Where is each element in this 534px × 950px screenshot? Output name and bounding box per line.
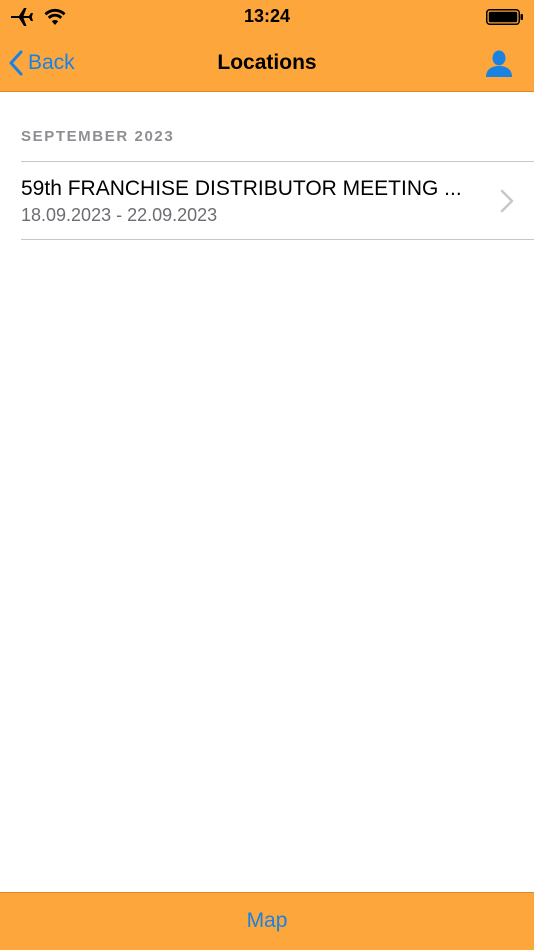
list-item-date-range: 18.09.2023 - 22.09.2023 [21, 205, 218, 225]
map-button[interactable]: Map [0, 909, 534, 933]
navigation-bar: Back Locations [0, 36, 534, 91]
list-item-divider [21, 239, 534, 240]
user-icon[interactable] [484, 50, 514, 78]
header-bar: 13:24 Back Locations [0, 0, 534, 92]
list-item[interactable]: 59th FRANCHISE DISTRIBUTOR MEETING ... 1… [0, 163, 534, 239]
page-title: Locations [217, 51, 317, 74]
status-bar: 13:24 [0, 0, 534, 36]
bottom-toolbar: Map [0, 892, 534, 950]
chevron-right-icon [500, 189, 514, 213]
status-time: 13:24 [243, 6, 291, 26]
screen: 13:24 Back Locations SEPTEMBER 2023 59th… [0, 0, 534, 950]
list-item-title: 59th FRANCHISE DISTRIBUTOR MEETING ... [21, 177, 462, 200]
section-top-divider [21, 161, 534, 162]
battery-icon [486, 9, 523, 25]
section-header: SEPTEMBER 2023 [21, 128, 175, 145]
